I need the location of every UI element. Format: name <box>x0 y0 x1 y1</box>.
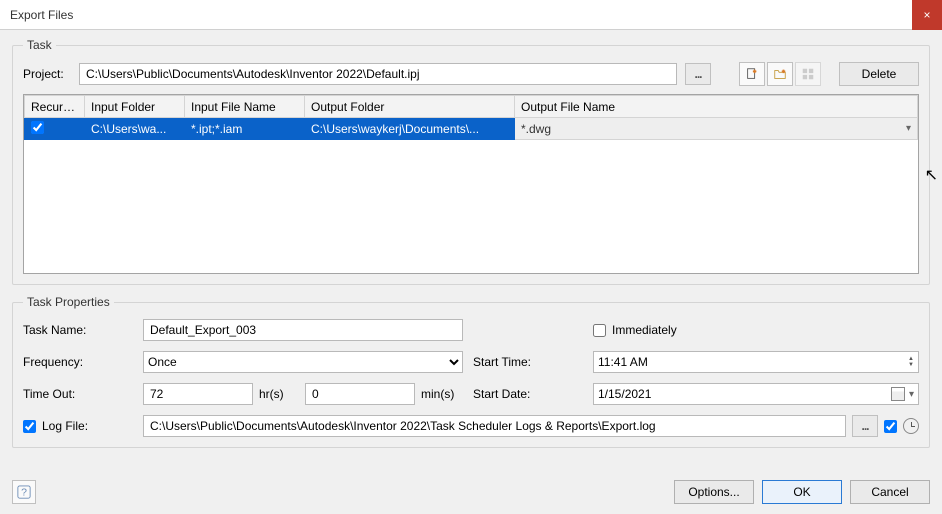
titlebar: Export Files × <box>0 0 942 30</box>
hours-input[interactable] <box>143 383 253 405</box>
task-grid[interactable]: Recurs... Input Folder Input File Name O… <box>23 94 919 274</box>
project-path-input[interactable] <box>79 63 677 85</box>
grid-header-row: Recurs... Input Folder Input File Name O… <box>25 96 918 118</box>
add-folder-icon <box>773 67 787 81</box>
table-row[interactable]: C:\Users\wa... *.ipt;*.iam C:\Users\wayk… <box>25 118 918 140</box>
hours-unit: hr(s) <box>259 387 299 401</box>
ok-button[interactable]: OK <box>762 480 842 504</box>
frequency-label: Frequency: <box>23 355 133 369</box>
col-output-folder[interactable]: Output Folder <box>305 96 515 118</box>
col-output-file-name[interactable]: Output File Name <box>515 96 918 118</box>
immediately-checkbox-wrap[interactable]: Immediately <box>593 323 919 337</box>
close-button[interactable]: × <box>912 0 942 30</box>
col-recurs[interactable]: Recurs... <box>25 96 85 118</box>
cell-input-folder[interactable]: C:\Users\wa... <box>85 118 185 140</box>
spinner-down-icon[interactable]: ▼ <box>908 362 914 368</box>
task-group: Task Project: ... Delete Re <box>12 38 930 285</box>
cancel-button[interactable]: Cancel <box>850 480 930 504</box>
cell-input-file-name[interactable]: *.ipt;*.iam <box>185 118 305 140</box>
help-button[interactable]: ? <box>12 480 36 504</box>
options-button[interactable]: Options... <box>674 480 754 504</box>
project-browse-button[interactable]: ... <box>685 63 711 85</box>
start-time-value: 11:41 AM <box>598 355 908 369</box>
add-file-button[interactable] <box>739 62 765 86</box>
cell-output-file-name[interactable]: *.dwg ▾ <box>515 118 918 140</box>
task-name-input[interactable] <box>143 319 463 341</box>
log-file-input[interactable] <box>143 415 846 437</box>
clock-icon[interactable] <box>903 418 919 434</box>
add-project-button <box>795 62 821 86</box>
calendar-icon[interactable] <box>891 387 905 401</box>
minutes-input[interactable] <box>305 383 415 405</box>
close-icon: × <box>923 8 930 22</box>
window-title: Export Files <box>10 8 912 22</box>
start-date-label: Start Date: <box>473 387 583 401</box>
log-file-checkbox[interactable] <box>23 420 36 433</box>
help-icon: ? <box>17 485 31 499</box>
start-time-label: Start Time: <box>473 355 583 369</box>
log-file-checkbox-wrap[interactable]: Log File: <box>23 419 133 433</box>
task-properties-group: Task Properties Task Name: Immediately F… <box>12 295 930 448</box>
delete-button[interactable]: Delete <box>839 62 919 86</box>
add-folder-button[interactable] <box>767 62 793 86</box>
frequency-select[interactable]: Once <box>143 351 463 373</box>
task-legend: Task <box>23 38 56 52</box>
cell-recurs[interactable] <box>25 118 85 140</box>
col-input-folder[interactable]: Input Folder <box>85 96 185 118</box>
log-file-label: Log File: <box>42 419 88 433</box>
cell-output-folder[interactable]: C:\Users\waykerj\Documents\... <box>305 118 515 140</box>
time-spinner[interactable]: ▲▼ <box>908 356 914 368</box>
svg-text:?: ? <box>21 487 27 499</box>
output-file-name-value: *.dwg <box>521 122 551 136</box>
chevron-down-icon[interactable]: ▾ <box>906 123 911 134</box>
time-out-label: Time Out: <box>23 387 133 401</box>
start-time-input[interactable]: 11:41 AM ▲▼ <box>593 351 919 373</box>
recurs-checkbox[interactable] <box>31 121 44 134</box>
task-properties-legend: Task Properties <box>23 295 114 309</box>
minutes-unit: min(s) <box>421 387 461 401</box>
task-name-label: Task Name: <box>23 323 133 337</box>
log-browse-button[interactable]: ... <box>852 415 878 437</box>
immediately-label: Immediately <box>612 323 677 337</box>
chevron-down-icon[interactable]: ▾ <box>909 389 914 400</box>
project-icon <box>801 67 815 81</box>
start-date-value: 1/15/2021 <box>598 387 891 401</box>
start-date-input[interactable]: 1/15/2021 ▾ <box>593 383 919 405</box>
ellipsis-icon: ... <box>694 67 701 81</box>
ellipsis-icon: ... <box>861 419 868 433</box>
add-file-icon <box>745 67 759 81</box>
project-label: Project: <box>23 67 71 81</box>
log-enable-checkbox[interactable] <box>884 420 897 433</box>
immediately-checkbox[interactable] <box>593 324 606 337</box>
col-input-file-name[interactable]: Input File Name <box>185 96 305 118</box>
